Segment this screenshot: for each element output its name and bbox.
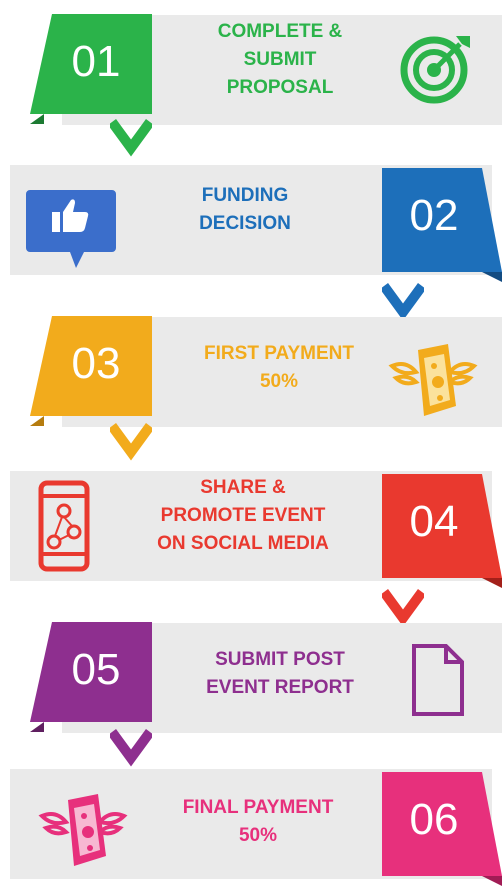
step-number: 06	[409, 795, 459, 844]
step-number-tab: 03	[30, 316, 152, 426]
step-3: 03 FIRST PAYMENT 50%	[0, 312, 502, 432]
step-number: 03	[71, 339, 121, 388]
step-number-tab: 06	[382, 772, 502, 886]
step-title: FUNDING DECISION	[199, 185, 291, 234]
step-6: 06 FINAL PAYMENT 50%	[0, 764, 502, 886]
step-number: 05	[71, 645, 121, 694]
step-title: COMPLETE & SUBMIT PROPOSAL	[217, 21, 343, 98]
flying-money-icon	[388, 336, 478, 427]
step-4: 04 SHARE & PROMOTE EVENT ON SOCIAL MEDIA	[0, 466, 502, 588]
chevron-down-icon	[107, 118, 155, 163]
step-title: SUBMIT POST EVENT REPORT	[206, 649, 354, 698]
step-number-tab: 05	[30, 622, 152, 732]
step-5: 05 SUBMIT POST EVENT REPORT	[0, 618, 502, 738]
thumbs-up-icon	[26, 184, 118, 275]
step-2: 02 FUNDING DECISION	[0, 160, 502, 282]
step-title: FINAL PAYMENT 50%	[182, 797, 334, 846]
step-title: SHARE & PROMOTE EVENT ON SOCIAL MEDIA	[157, 477, 329, 554]
document-icon	[410, 642, 466, 723]
step-number: 01	[71, 37, 121, 86]
step-1: 01 COMPLETE & SUBMIT PROPOSAL	[0, 10, 502, 130]
step-number: 04	[409, 497, 459, 546]
social-phone-icon	[38, 480, 94, 577]
step-title: FIRST PAYMENT 50%	[204, 343, 354, 392]
chevron-down-icon	[107, 422, 155, 467]
flying-money-icon	[38, 786, 128, 877]
step-number: 02	[409, 191, 459, 240]
step-number-tab: 01	[30, 14, 152, 124]
step-number-tab: 02	[382, 168, 502, 282]
target-icon	[398, 30, 474, 111]
step-number-tab: 04	[382, 474, 502, 588]
